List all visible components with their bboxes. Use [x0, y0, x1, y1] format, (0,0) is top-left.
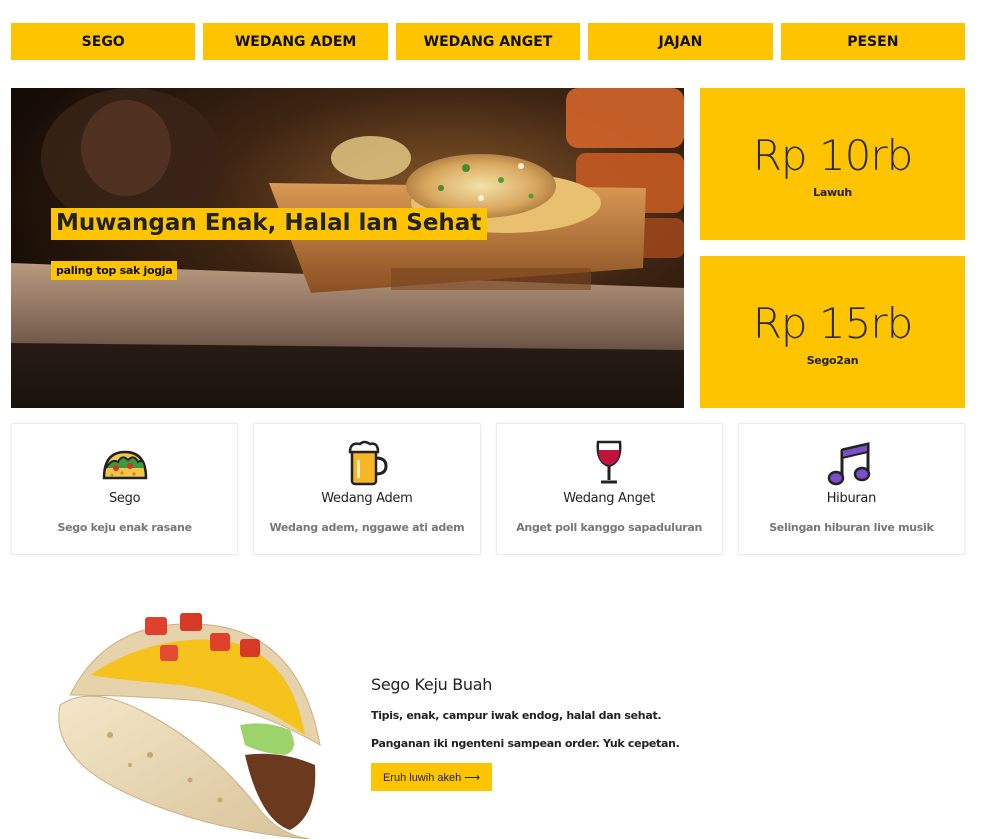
nav-item-wedang-anget[interactable]: WEDANG ANGET: [395, 23, 581, 60]
feature-desc: Wedang adem, nggawe ati adem: [269, 521, 465, 534]
price-label: Sego2an: [806, 354, 859, 367]
product-cta-text: Panganan iki ngenteni sampean order. Yuk…: [371, 737, 680, 750]
taco-icon: [102, 450, 147, 480]
feature-desc: Sego keju enak rasane: [57, 521, 193, 534]
price-box-lawuh[interactable]: Rp 10rb Lawuh: [700, 88, 965, 240]
hero-title: Muwangan Enak, Halal lan Sehat: [51, 208, 488, 240]
feature-title: Sego: [108, 491, 141, 506]
hero-food-photo: [11, 88, 684, 408]
nav-item-wedang-adem[interactable]: WEDANG ADEM: [203, 23, 388, 60]
feature-card-wedang-anget[interactable]: Wedang Anget Anget poll kanggo sapadulur…: [495, 423, 723, 555]
taco-product-image: [58, 613, 321, 839]
music-note-icon: [828, 442, 871, 486]
feature-desc: Selingan hiburan live musik: [769, 521, 934, 534]
price-box-sego2an[interactable]: Rp 15rb Sego2an: [700, 256, 965, 408]
price-amount: Rp 15rb: [752, 299, 914, 348]
wine-glass-icon: [596, 440, 622, 484]
main-nav: SEGO WEDANG ADEM WEDANG ANGET JAJAN PESE…: [11, 23, 966, 60]
feature-desc: Anget poll kanggo sapaduluran: [516, 521, 703, 534]
learn-more-button[interactable]: Eruh luwih akeh ⟶: [371, 763, 492, 791]
nav-item-jajan[interactable]: JAJAN: [588, 23, 773, 60]
feature-title: Wedang Adem: [321, 491, 413, 506]
price-amount: Rp 10rb: [752, 131, 914, 180]
feature-card-sego[interactable]: Sego Sego keju enak rasane: [11, 423, 239, 555]
price-label: Lawuh: [813, 186, 852, 199]
beer-mug-icon: [348, 440, 388, 486]
product-title: Sego Keju Buah: [371, 675, 493, 694]
nav-item-pesen[interactable]: PESEN: [780, 23, 966, 60]
nav-item-sego[interactable]: SEGO: [11, 23, 196, 60]
feature-card-hiburan[interactable]: Hiburan Selingan hiburan live musik: [737, 423, 965, 555]
hero-subtitle: paling top sak jogja: [51, 261, 178, 280]
feature-cards: Sego Sego keju enak rasane Wedang Adem W…: [11, 423, 965, 555]
hero-banner: Muwangan Enak, Halal lan Sehat paling to…: [11, 88, 684, 408]
feature-title: Wedang Anget: [563, 491, 656, 506]
product-description: Tipis, enak, campur iwak endog, halal da…: [371, 709, 662, 722]
feature-title: Hiburan: [826, 491, 877, 506]
feature-card-wedang-adem[interactable]: Wedang Adem Wedang adem, nggawe ati adem: [253, 423, 481, 555]
